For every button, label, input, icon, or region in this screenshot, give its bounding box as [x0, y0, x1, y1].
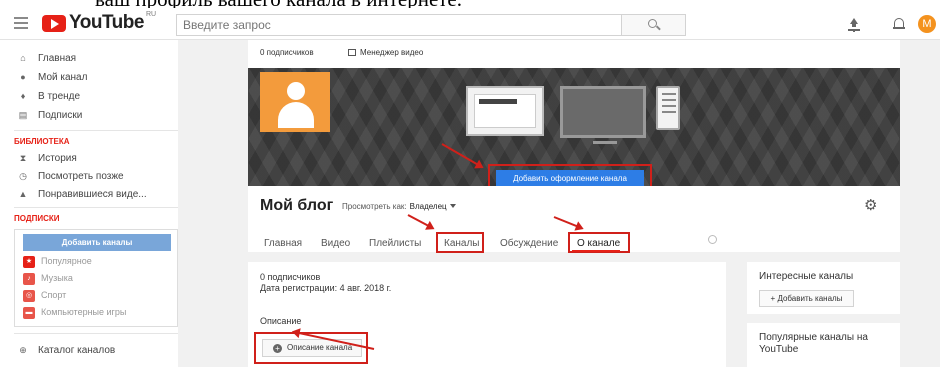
phone-illustration — [656, 86, 680, 130]
sidebar-item-home[interactable]: ⌂ Главная — [14, 50, 178, 68]
interesting-channels-panel: Интересные каналы + Добавить каналы — [747, 262, 900, 314]
grid-icon — [348, 49, 356, 56]
sidebar-item-label: Посмотреть позже — [38, 171, 124, 182]
laptop-illustration — [466, 86, 544, 136]
subscription-label: Спорт — [41, 290, 67, 300]
active-tab-underline — [572, 250, 620, 252]
interesting-channels-heading: Интересные каналы — [759, 271, 854, 282]
popular-channels-panel: Популярные каналы на YouTube — [747, 323, 900, 367]
subscription-label: Музыка — [41, 273, 73, 283]
tab-discussion[interactable]: Обсуждение — [500, 238, 558, 249]
sidebar-item-label: Каталог каналов — [38, 345, 116, 356]
top-header: YouTube RU M — [0, 8, 940, 40]
sidebar-item-label: В тренде — [38, 91, 81, 102]
view-as-label: Просмотреть как: — [342, 202, 407, 211]
subscriptions-icon: ▤ — [18, 110, 28, 120]
logo-region: RU — [146, 11, 157, 18]
sport-icon: ◎ — [23, 290, 35, 302]
subscriber-count: 0 подписчиков — [260, 48, 314, 57]
sidebar-item-subscriptions[interactable]: ▤ Подписки — [14, 107, 178, 125]
popular-channels-heading: Популярные каналы на YouTube — [759, 332, 868, 355]
view-as-value: Владелец — [409, 202, 447, 211]
logo-text: YouTube — [69, 12, 144, 33]
channel-avatar[interactable] — [260, 72, 330, 132]
subscription-label: Компьютерные игры — [41, 307, 127, 317]
sidebar: ⌂ Главная ● Мой канал ♦ В тренде ▤ Подпи… — [14, 40, 178, 367]
sidebar-item-watch-later[interactable]: ◷ Посмотреть позже — [14, 168, 178, 186]
menu-icon[interactable] — [14, 17, 28, 29]
tab-video[interactable]: Видео — [321, 238, 350, 249]
sidebar-item-catalog[interactable]: ⊕ Каталог каналов — [14, 342, 178, 360]
sidebar-item-trending[interactable]: ♦ В тренде — [14, 88, 178, 106]
avatar[interactable]: M — [918, 15, 936, 33]
channel-topbar: 0 подписчиков Менеджер видео — [248, 40, 900, 68]
about-registered: Дата регистрации: 4 авг. 2018 г. — [260, 283, 392, 293]
add-channels-button[interactable]: Добавить каналы — [23, 234, 171, 251]
video-manager-label: Менеджер видео — [360, 48, 424, 57]
subscription-label: Популярное — [41, 256, 92, 266]
user-icon: ● — [20, 72, 26, 82]
caption-text: ваш профиль вашего канала в интернете. — [95, 0, 462, 8]
divider — [14, 207, 178, 208]
play-logo-icon — [42, 15, 66, 32]
article-caption: ваш профиль вашего канала в интернете. — [0, 0, 940, 8]
search-input[interactable] — [177, 15, 617, 35]
sidebar-item-label: История — [38, 153, 77, 164]
search-box — [176, 14, 686, 36]
upload-icon[interactable] — [848, 18, 860, 31]
sidebar-item-label: Главная — [38, 53, 77, 64]
video-manager-link[interactable]: Менеджер видео — [348, 48, 423, 57]
channel-title: Мой блог — [260, 197, 334, 214]
channel-search-icon[interactable] — [708, 235, 717, 244]
sidebar-item-liked[interactable]: ▲ Понравившиеся виде... — [14, 186, 178, 204]
divider — [14, 333, 178, 334]
sidebar-item-label: Понравившиеся виде... — [38, 189, 147, 200]
divider — [14, 130, 178, 131]
sidebar-item-history[interactable]: ⧗ История — [14, 150, 178, 168]
star-icon: ★ — [23, 256, 35, 268]
gamepad-icon: ▬ — [23, 307, 35, 319]
subscriptions-heading: ПОДПИСКИ — [14, 214, 60, 223]
thumbs-up-icon: ▲ — [18, 189, 28, 199]
add-featured-channels-button[interactable]: + Добавить каналы — [759, 290, 854, 307]
history-icon: ⧗ — [19, 153, 27, 163]
sidebar-item-label: Подписки — [38, 110, 83, 121]
flame-icon: ♦ — [20, 91, 26, 101]
subscriptions-box: Добавить каналы ★ Популярное ♪ Музыка ◎ … — [14, 229, 178, 327]
search-button[interactable] — [621, 15, 685, 35]
home-icon: ⌂ — [20, 53, 26, 63]
bell-icon[interactable] — [893, 17, 905, 30]
tab-playlists[interactable]: Плейлисты — [369, 238, 421, 249]
sidebar-item-label: Мой канал — [38, 72, 88, 83]
description-heading: Описание — [260, 316, 302, 326]
music-icon: ♪ — [23, 273, 35, 285]
highlight-box-channels — [436, 232, 484, 253]
library-heading: БИБЛИОТЕКА — [14, 137, 70, 146]
search-icon — [648, 19, 657, 28]
caret-down-icon — [449, 204, 456, 208]
view-as-selector[interactable]: Просмотреть как: Владелец — [342, 202, 456, 211]
tv-illustration — [560, 86, 646, 144]
about-subscribers: 0 подписчиков — [260, 272, 321, 282]
plus-circle-icon: ⊕ — [19, 345, 27, 355]
main-content: 0 подписчиков Менеджер видео Добавить оф… — [178, 40, 940, 367]
gear-icon[interactable]: ⚙ — [864, 198, 878, 213]
clock-icon: ◷ — [19, 171, 27, 181]
sidebar-item-my-channel[interactable]: ● Мой канал — [14, 69, 178, 87]
tab-home[interactable]: Главная — [264, 238, 302, 249]
